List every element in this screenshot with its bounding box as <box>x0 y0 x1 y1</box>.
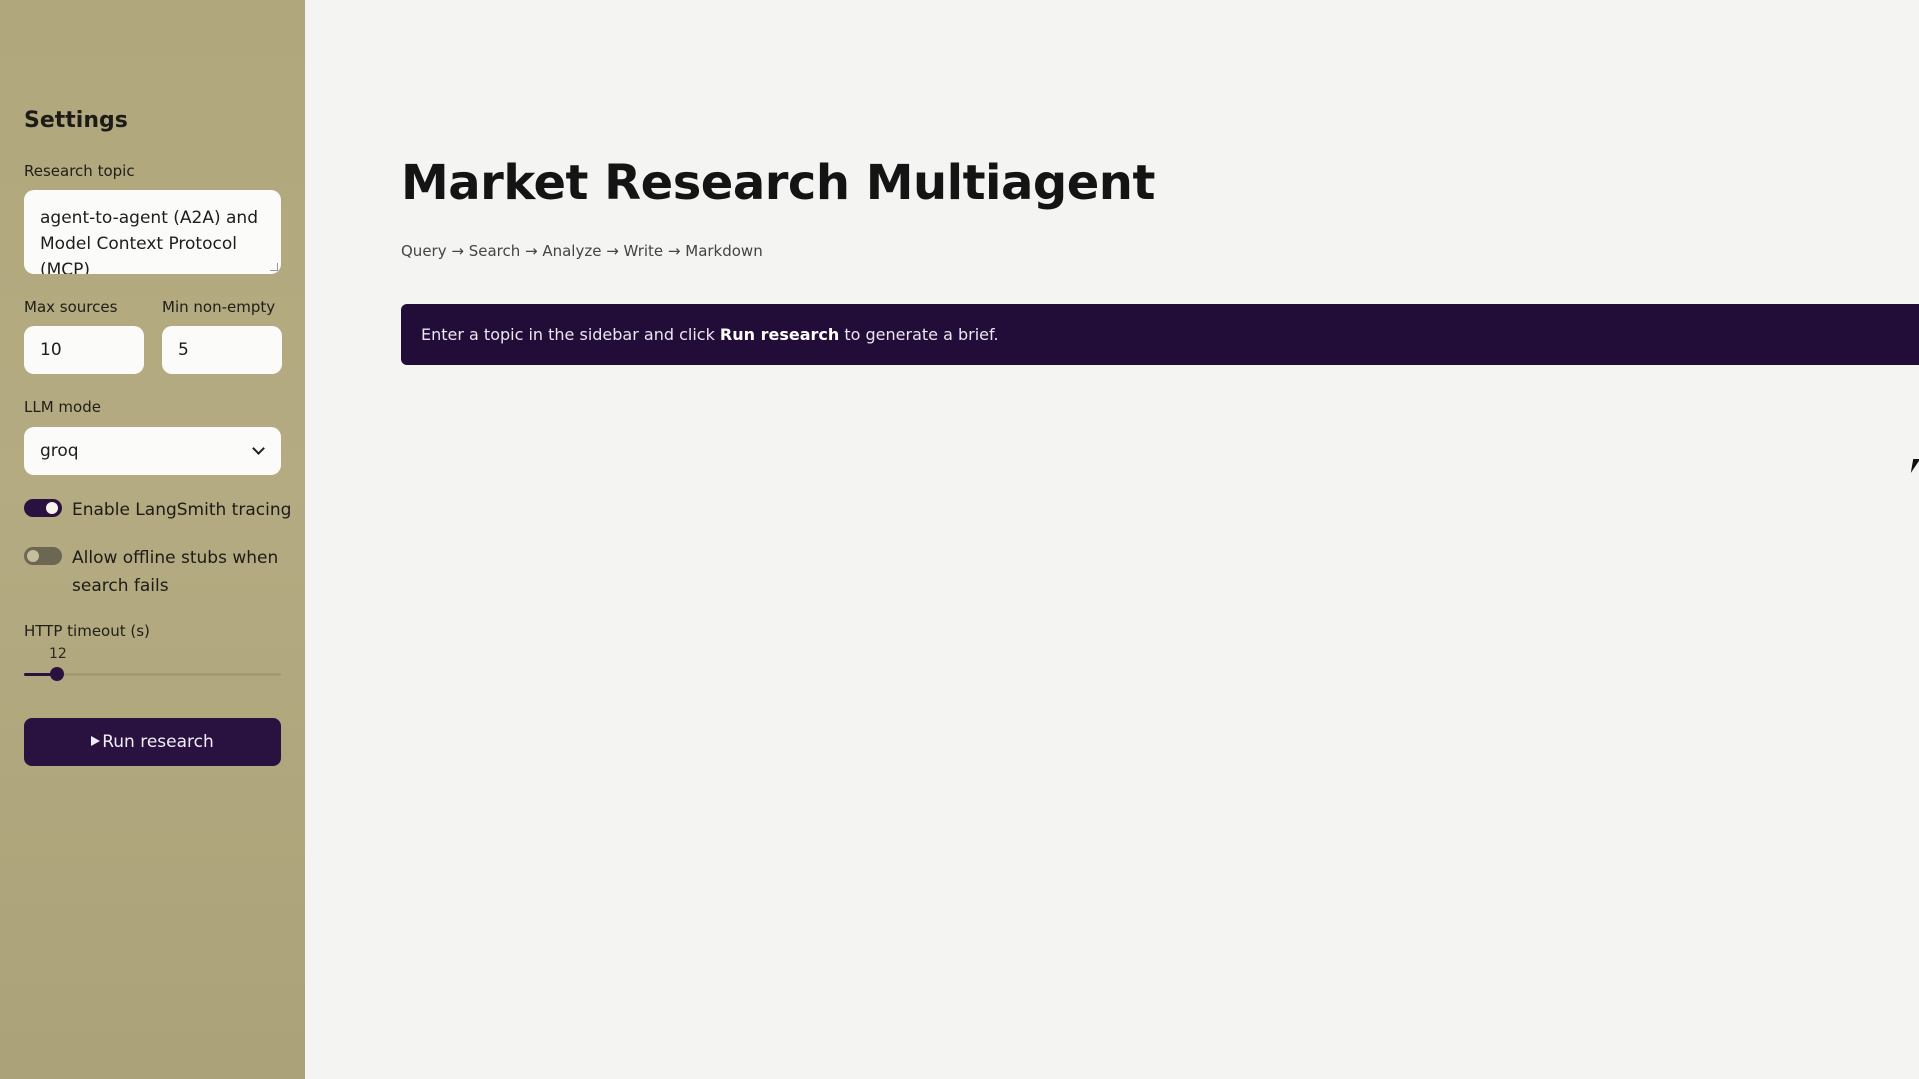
resize-handle-icon[interactable] <box>270 263 278 271</box>
offline-stubs-toggle[interactable] <box>24 547 62 565</box>
research-topic-label: Research topic <box>24 162 135 180</box>
sidebar: Settings Research topic agent-to-agent (… <box>0 0 305 1079</box>
max-sources-input[interactable]: 10 <box>24 326 144 374</box>
http-timeout-slider[interactable] <box>24 667 281 681</box>
play-icon <box>91 736 101 746</box>
max-sources-label: Max sources <box>24 298 118 316</box>
llm-mode-select[interactable]: groq <box>24 427 281 475</box>
banner-bold: Run research <box>719 325 840 344</box>
toggle-knob <box>46 502 58 514</box>
slider-thumb[interactable] <box>50 667 65 681</box>
banner-suffix: to generate a brief. <box>839 325 999 344</box>
langsmith-toggle[interactable] <box>24 499 62 517</box>
http-timeout-label: HTTP timeout (s) <box>24 622 150 640</box>
min-non-empty-input[interactable]: 5 <box>162 326 282 374</box>
run-research-label: Run research <box>102 732 214 752</box>
chevron-down-icon <box>252 442 265 455</box>
research-topic-input[interactable]: agent-to-agent (A2A) and Model Context P… <box>24 190 281 274</box>
page-title: Market Research Multiagent <box>401 155 1155 211</box>
research-topic-value: agent-to-agent (A2A) and Model Context P… <box>40 208 258 274</box>
toggle-knob <box>27 550 39 562</box>
llm-mode-value: groq <box>40 441 79 461</box>
mouse-cursor-icon <box>1910 459 1919 473</box>
sidebar-title: Settings <box>24 108 128 133</box>
http-timeout-value: 12 <box>49 646 67 662</box>
llm-mode-label: LLM mode <box>24 398 101 416</box>
pipeline-caption: Query → Search → Analyze → Write → Markd… <box>401 242 763 260</box>
banner-prefix: Enter a topic in the sidebar and click <box>421 325 720 344</box>
langsmith-toggle-label: Enable LangSmith tracing <box>72 500 292 520</box>
run-research-button[interactable]: Run research <box>24 718 281 766</box>
info-banner: Enter a topic in the sidebar and click R… <box>401 304 1919 365</box>
min-non-empty-label: Min non-empty <box>162 298 276 316</box>
offline-stubs-toggle-label: Allow offline stubs when search fails <box>72 548 279 596</box>
